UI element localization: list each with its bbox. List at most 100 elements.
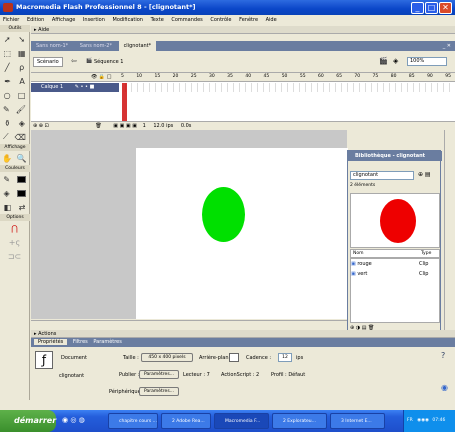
gradient-tool-icon[interactable]: ▦: [18, 49, 26, 58]
brush-tool-icon[interactable]: 🖌: [16, 105, 26, 114]
text-tool-icon[interactable]: A: [19, 77, 24, 86]
layer-visibility-icons[interactable]: 👁 🔒 □: [91, 74, 111, 80]
minimize-button[interactable]: _: [411, 2, 424, 14]
menu-aide[interactable]: Aide: [266, 17, 277, 23]
fps-input[interactable]: 12: [278, 353, 292, 362]
menu-fichier[interactable]: Fichier: [3, 17, 19, 23]
zoom-tool-icon[interactable]: 🔍: [17, 154, 27, 163]
stroke-color-swatch[interactable]: [16, 175, 26, 183]
frame-number: 55: [299, 74, 306, 79]
background-color-swatch[interactable]: [229, 353, 239, 362]
menu-modification[interactable]: Modification: [113, 17, 143, 23]
tab-parametres[interactable]: Paramètres: [93, 339, 122, 345]
library-item-count: 2 éléments: [350, 183, 376, 188]
stroke-color-icon[interactable]: ✎: [3, 175, 10, 184]
col-name[interactable]: Nom: [353, 251, 364, 256]
fill-color-icon[interactable]: ◈: [3, 189, 9, 198]
quick-launch-icons[interactable]: ◉ ◎ ◍: [62, 416, 85, 424]
eraser-tool-icon[interactable]: ⌫: [15, 133, 26, 142]
menu-affichage[interactable]: Affichage: [52, 17, 76, 23]
playhead[interactable]: [122, 83, 127, 123]
library-document-select[interactable]: clignotant: [350, 171, 414, 180]
close-button[interactable]: ✕: [439, 2, 452, 14]
frame-track[interactable]: [120, 83, 455, 92]
help-panel-bar[interactable]: ▸ Aide: [31, 26, 455, 34]
device-settings-button[interactable]: Paramètres...: [139, 387, 179, 396]
frame-number: 90: [427, 74, 433, 79]
lasso-tool-icon[interactable]: ρ: [19, 63, 24, 72]
actions-panel-bar[interactable]: ▸ Actions: [31, 330, 455, 338]
options-heading: Options: [0, 214, 30, 221]
eyedropper-tool-icon[interactable]: ⟋: [3, 132, 9, 142]
hand-tool-icon[interactable]: ✋: [2, 154, 12, 163]
col-type[interactable]: Type: [421, 250, 431, 258]
help-icon[interactable]: ?: [441, 351, 445, 360]
menu-texte[interactable]: Texte: [151, 17, 164, 23]
menu-commandes[interactable]: Commandes: [171, 17, 202, 23]
black-white-icon[interactable]: ◧: [4, 203, 12, 212]
tab-sans-nom-1[interactable]: Sans nom-1*: [31, 41, 73, 51]
timeline-toggle-button[interactable]: Scénario: [33, 57, 63, 67]
list-item[interactable]: ▣ vert Clip: [351, 271, 439, 277]
library-title[interactable]: Bibliothèque - clignotant: [348, 151, 442, 161]
tray-icons[interactable]: ◉◉◉: [417, 418, 429, 423]
vertical-scrollbar[interactable]: [444, 130, 455, 330]
layer-name: Calque 1: [41, 84, 64, 90]
menu-fenetre[interactable]: Fenêtre: [239, 17, 258, 23]
tab-proprietes[interactable]: Propriétés: [34, 339, 68, 345]
green-circle[interactable]: [202, 187, 245, 242]
task-internet-explorer[interactable]: 3 Internet E...: [330, 413, 385, 429]
close-doc-icon[interactable]: _ ✕: [443, 41, 451, 51]
task-chapitre[interactable]: chapitre cours ...: [108, 413, 158, 429]
pin-icon[interactable]: ⊕ ▤: [418, 171, 431, 178]
snap-magnet-icon[interactable]: ⋂: [11, 224, 18, 233]
list-item[interactable]: ▣ rouge Clip: [351, 261, 439, 267]
maximize-button[interactable]: □: [425, 2, 438, 14]
frame-number: 50: [281, 74, 288, 79]
frame-number: 45: [263, 74, 270, 79]
frame-ruler[interactable]: 5 10 15 20 25 30 35 40 45 50 55 60 65 70 75 80 85 90 95: [121, 74, 451, 79]
line-tool-icon[interactable]: ╱: [5, 63, 10, 72]
window-title-bar[interactable]: Macromedia Flash Professionnel 8 - [clig…: [0, 0, 455, 15]
onion-skin-icons[interactable]: ▣ ▣ ▣ ▣: [113, 123, 137, 129]
ink-bottle-tool-icon[interactable]: ⚱: [4, 119, 11, 128]
size-button[interactable]: 450 x 400 pixels: [141, 353, 193, 362]
paint-bucket-tool-icon[interactable]: ◈: [19, 119, 25, 128]
smooth-icon[interactable]: +ς: [9, 238, 20, 247]
edit-scene-icon[interactable]: 🎬: [379, 57, 388, 65]
selection-tool-icon[interactable]: ➚: [4, 35, 11, 44]
taskbar: démarrer ◉ ◎ ◍ chapitre cours ... 2 Adob…: [0, 410, 455, 432]
language-indicator[interactable]: FR: [407, 418, 413, 423]
menu-controle[interactable]: Contrôle: [210, 17, 231, 23]
swap-colors-icon[interactable]: ⇄: [19, 203, 26, 212]
library-list: ▣ rouge Clip ▣ vert Clip: [350, 258, 440, 323]
layer-row[interactable]: Calque 1 ✎ • • ■: [31, 83, 119, 92]
pencil-tool-icon[interactable]: ✎: [3, 105, 10, 114]
task-macromedia[interactable]: Macromedia F...: [214, 413, 269, 429]
task-adobe-reader[interactable]: 2 Adobe Rea...: [161, 413, 211, 429]
rectangle-tool-icon[interactable]: □: [18, 91, 26, 100]
subselection-tool-icon[interactable]: ➘: [18, 35, 25, 44]
tab-sans-nom-2[interactable]: Sans nom-2*: [75, 41, 117, 51]
tab-clignotant[interactable]: clignotant*: [118, 41, 157, 51]
add-layer-icon[interactable]: ⊕ ⊕ ⊡: [33, 123, 49, 129]
edit-symbol-icon[interactable]: ◈: [393, 57, 398, 65]
free-transform-tool-icon[interactable]: ⬚: [3, 49, 11, 58]
horizontal-scrollbar[interactable]: [31, 320, 347, 328]
oval-tool-icon[interactable]: ○: [4, 91, 11, 100]
stage[interactable]: [136, 148, 348, 319]
fill-color-swatch[interactable]: [16, 189, 26, 197]
pen-tool-icon[interactable]: ✒: [4, 77, 11, 86]
delete-layer-icon[interactable]: 🗑: [95, 123, 101, 129]
menu-edition[interactable]: Edition: [27, 17, 44, 23]
publish-settings-button[interactable]: Paramètres...: [139, 370, 179, 379]
accessibility-icon[interactable]: ◉: [441, 383, 448, 392]
tab-filtres[interactable]: Filtres: [73, 339, 88, 345]
back-arrow-icon[interactable]: ⇦: [71, 57, 77, 65]
menu-insertion[interactable]: Insertion: [83, 17, 105, 23]
timeline-panel: 👁 🔒 □ 5 10 15 20 25 30 35 40 45 50 55 60 65 70 75 80 85 9…: [31, 73, 455, 130]
zoom-select[interactable]: 100%: [407, 57, 447, 66]
task-explorateur[interactable]: 2 Explorateu...: [272, 413, 327, 429]
start-button[interactable]: démarrer: [0, 410, 56, 432]
straighten-icon[interactable]: ⊐⊂: [8, 252, 21, 261]
